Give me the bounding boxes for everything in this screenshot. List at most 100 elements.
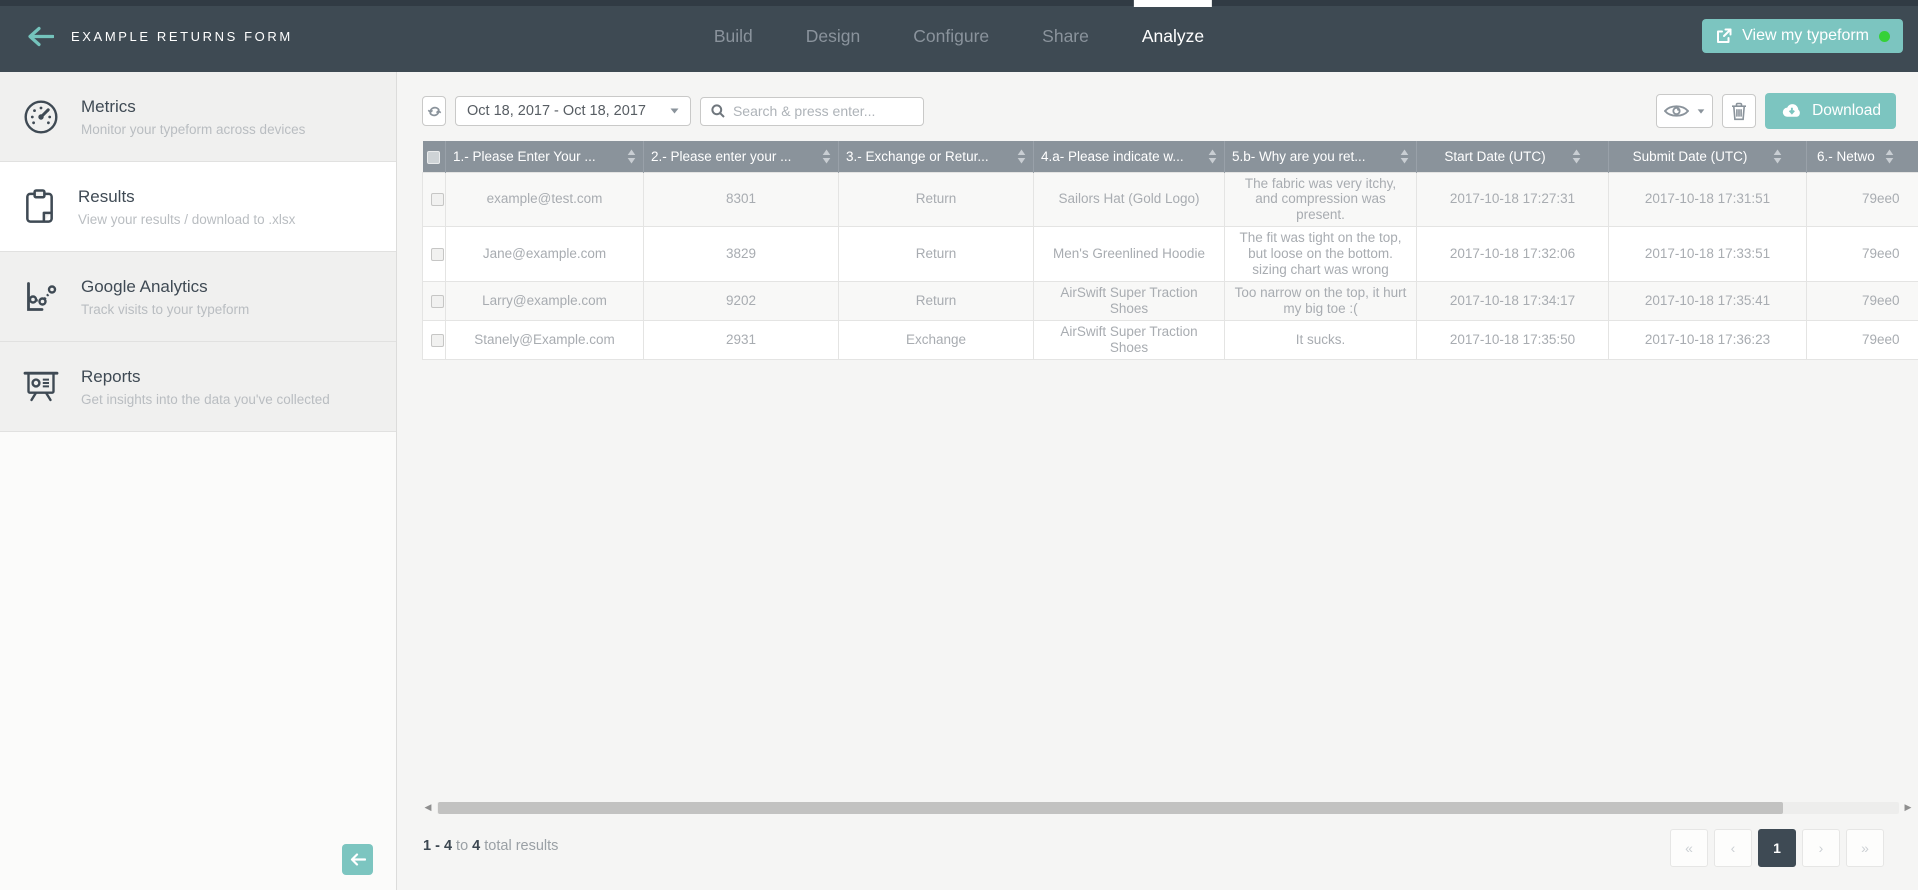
- visibility-dropdown-button[interactable]: [1656, 94, 1713, 128]
- sidebar-item-metrics[interactable]: MetricsMonitor your typeform across devi…: [0, 72, 396, 162]
- table-cell: 2931: [644, 320, 839, 359]
- row-checkbox[interactable]: [431, 193, 444, 206]
- select-all-checkbox[interactable]: [427, 151, 440, 164]
- scroll-right-arrow[interactable]: ▶: [1902, 802, 1914, 813]
- results-total: 4: [472, 838, 480, 854]
- tab-analyze[interactable]: Analyze: [1139, 0, 1207, 72]
- active-tab-indicator: [1134, 0, 1212, 7]
- external-link-icon: [1715, 28, 1732, 45]
- sidebar-item-title: Results: [78, 187, 295, 207]
- sort-icon[interactable]: [1572, 149, 1581, 164]
- scroll-left-arrow[interactable]: ◀: [422, 802, 434, 813]
- column-header-label: 6.- Netwo: [1817, 149, 1875, 164]
- back-arrow-icon[interactable]: [27, 26, 54, 47]
- column-header-label: 1.- Please Enter Your ...: [453, 149, 596, 164]
- delete-button[interactable]: [1722, 94, 1756, 128]
- table-cell: 2017-10-18 17:31:51: [1609, 172, 1807, 227]
- page-button[interactable]: »: [1846, 829, 1884, 867]
- table-cell: 2017-10-18 17:36:23: [1609, 320, 1807, 359]
- sort-icon[interactable]: [822, 149, 831, 164]
- column-header[interactable]: Submit Date (UTC): [1609, 141, 1807, 172]
- analytics-icon: [22, 278, 60, 316]
- sort-icon[interactable]: [1400, 149, 1409, 164]
- table-cell: Larry@example.com: [446, 282, 644, 321]
- table-row: Jane@example.com3829ReturnMen's Greenlin…: [423, 227, 1918, 282]
- row-checkbox[interactable]: [431, 248, 444, 261]
- sidebar-item-reports[interactable]: ReportsGet insights into the data you've…: [0, 342, 396, 432]
- table-cell: 2017-10-18 17:33:51: [1609, 227, 1807, 282]
- page-button-current[interactable]: 1: [1758, 829, 1796, 867]
- page-button[interactable]: ‹: [1714, 829, 1752, 867]
- row-checkbox-cell: [423, 227, 446, 282]
- table-cell: It sucks.: [1225, 320, 1417, 359]
- table-cell: 79ee0: [1807, 282, 1918, 321]
- column-header-label: 3.- Exchange or Retur...: [846, 149, 989, 164]
- column-header[interactable]: 5.b- Why are you ret...: [1225, 141, 1417, 172]
- column-header[interactable]: 3.- Exchange or Retur...: [839, 141, 1034, 172]
- table-cell: 2017-10-18 17:27:31: [1417, 172, 1609, 227]
- view-my-typeform-button[interactable]: View my typeform: [1702, 19, 1903, 53]
- sidebar-item-subtitle: View your results / download to .xlsx: [78, 212, 295, 227]
- column-header[interactable]: 2.- Please enter your ...: [644, 141, 839, 172]
- column-header[interactable]: 6.- Netwo: [1807, 141, 1918, 172]
- tab-configure[interactable]: Configure: [910, 0, 992, 72]
- collapse-arrow-icon: [350, 853, 366, 866]
- search-box: [700, 97, 924, 126]
- page-button[interactable]: ›: [1802, 829, 1840, 867]
- sort-icon[interactable]: [1885, 149, 1894, 164]
- tab-build[interactable]: Build: [711, 0, 756, 72]
- sidebar-item-results[interactable]: Results View your results / download to .…: [0, 162, 396, 252]
- clipboard-icon: [22, 188, 57, 226]
- row-checkbox[interactable]: [431, 334, 444, 347]
- download-label: Download: [1812, 102, 1881, 120]
- nav-tabs: Build Design Configure Share Analyze: [711, 0, 1207, 72]
- select-all-header-cell: [423, 141, 446, 172]
- row-checkbox[interactable]: [431, 295, 444, 308]
- collapse-sidebar-button[interactable]: [342, 844, 373, 875]
- table-cell: The fit was tight on the top, but loose …: [1225, 227, 1417, 282]
- table-cell: 2017-10-18 17:35:41: [1609, 282, 1807, 321]
- results-to-word: to: [456, 838, 468, 854]
- table-cell: 2017-10-18 17:32:06: [1417, 227, 1609, 282]
- table-cell: 3829: [644, 227, 839, 282]
- cloud-download-icon: [1780, 103, 1803, 120]
- search-icon: [711, 104, 725, 118]
- caret-down-icon: [670, 108, 679, 114]
- scrollbar-thumb[interactable]: [438, 802, 1783, 814]
- column-header[interactable]: 4.a- Please indicate w...: [1034, 141, 1225, 172]
- sidebar-item-title: Reports: [81, 367, 330, 387]
- date-range-select[interactable]: Oct 18, 2017 - Oct 18, 2017: [455, 96, 691, 126]
- table-cell: 2017-10-18 17:34:17: [1417, 282, 1609, 321]
- tab-label: Configure: [913, 26, 989, 47]
- download-button[interactable]: Download: [1765, 93, 1896, 129]
- table-cell: Jane@example.com: [446, 227, 644, 282]
- table-cell: Too narrow on the top, it hurt my big to…: [1225, 282, 1417, 321]
- search-input[interactable]: [733, 103, 914, 119]
- column-header[interactable]: Start Date (UTC): [1417, 141, 1609, 172]
- tab-design[interactable]: Design: [803, 0, 863, 72]
- sort-icon[interactable]: [627, 149, 636, 164]
- page-button[interactable]: «: [1670, 829, 1708, 867]
- caret-down-icon: [1697, 109, 1705, 114]
- sort-icon[interactable]: [1773, 149, 1782, 164]
- table-cell: AirSwift Super Traction Shoes: [1034, 282, 1225, 321]
- trash-icon: [1731, 102, 1747, 121]
- column-header-label: Submit Date (UTC): [1633, 149, 1748, 164]
- sort-icon[interactable]: [1208, 149, 1217, 164]
- sidebar-item-google-analytics[interactable]: Google AnalyticsTrack visits to your typ…: [0, 252, 396, 342]
- table-cell: Stanely@Example.com: [446, 320, 644, 359]
- gauge-icon: [22, 98, 60, 136]
- results-suffix: total results: [484, 838, 558, 854]
- table-cell: 79ee0: [1807, 320, 1918, 359]
- row-checkbox-cell: [423, 282, 446, 321]
- column-header-label: 2.- Please enter your ...: [651, 149, 791, 164]
- refresh-button[interactable]: [422, 96, 446, 126]
- row-checkbox-cell: [423, 320, 446, 359]
- view-my-typeform-label: View my typeform: [1742, 27, 1869, 45]
- sort-icon[interactable]: [1017, 149, 1026, 164]
- sidebar-item-title: Google Analytics: [81, 277, 249, 297]
- horizontal-scrollbar: ◀ ▶: [422, 800, 1914, 815]
- scrollbar-track[interactable]: [437, 802, 1899, 814]
- tab-share[interactable]: Share: [1039, 0, 1092, 72]
- column-header[interactable]: 1.- Please Enter Your ...: [446, 141, 644, 172]
